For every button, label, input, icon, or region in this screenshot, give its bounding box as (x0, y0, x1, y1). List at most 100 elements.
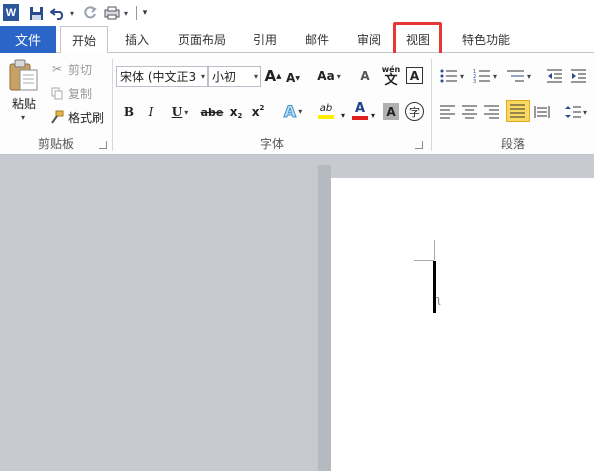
page-shadow (318, 165, 331, 471)
customize-qat-icon[interactable]: ▾ (140, 3, 150, 23)
font-color-dropdown-icon[interactable]: ▾ (369, 105, 377, 125)
distributed-button[interactable] (532, 102, 552, 122)
character-border-button[interactable]: A (406, 67, 423, 84)
word-logo-icon[interactable]: W (3, 4, 19, 21)
tab-review[interactable]: 审阅 (344, 26, 394, 53)
justify-button[interactable] (506, 100, 530, 122)
change-case-button[interactable]: Aa ▾ (315, 66, 343, 86)
font-name-value: 宋体 (中文正3 (120, 70, 197, 84)
margin-corner-mark (414, 260, 434, 261)
line-spacing-icon (564, 106, 581, 118)
character-shading-button[interactable]: A (383, 103, 399, 120)
copy-label: 复制 (68, 86, 93, 101)
document-page[interactable] (331, 178, 594, 471)
enclose-characters-button[interactable]: 字 (405, 102, 424, 121)
text-effects-icon: A (283, 101, 297, 121)
align-right-button[interactable] (482, 102, 502, 122)
clipboard-group-label: 剪贴板 (37, 137, 74, 151)
underline-button[interactable]: U ▾ (167, 102, 193, 122)
copy-button[interactable]: 复制 (50, 83, 92, 103)
print-dropdown-icon[interactable]: ▾ (122, 3, 130, 23)
numbering-icon: 123 (473, 69, 490, 83)
align-center-button[interactable] (460, 102, 480, 122)
tab-references[interactable]: 引用 (240, 26, 290, 53)
italic-button[interactable]: I (143, 102, 159, 122)
grow-font-button[interactable]: A ▲ (265, 66, 282, 86)
align-right-icon (484, 105, 499, 119)
scissors-icon: ✂ (51, 62, 63, 76)
decrease-indent-button[interactable] (545, 66, 565, 86)
redo-icon[interactable] (82, 3, 98, 23)
subscript-button[interactable]: x2 (227, 102, 245, 122)
shrink-font-icon: A (286, 71, 296, 85)
format-painter-icon (50, 110, 64, 124)
subscript-icon: x (229, 105, 238, 119)
margin-corner-mark (434, 240, 435, 260)
font-name-select[interactable]: 宋体 (中文正3 ▾ (116, 66, 208, 87)
superscript-icon: x (251, 105, 260, 119)
font-size-value: 小初 (212, 70, 237, 84)
tab-home[interactable]: 开始 (60, 26, 108, 54)
underline-icon: U (171, 105, 183, 119)
tab-mailings[interactable]: 邮件 (292, 26, 342, 53)
mouse-pointer-icon: ʅ (436, 293, 442, 306)
copy-icon (50, 86, 64, 100)
tab-file[interactable]: 文件 (0, 26, 56, 53)
qat-separator (136, 6, 137, 20)
save-icon[interactable] (28, 3, 44, 23)
increase-indent-button[interactable] (569, 66, 589, 86)
decrease-indent-icon (547, 69, 562, 83)
paragraph-group-label: 段落 (500, 137, 525, 151)
highlight-dropdown-icon[interactable]: ▾ (339, 105, 347, 125)
shrink-font-button[interactable]: A ▼ (285, 68, 301, 88)
align-left-button[interactable] (438, 102, 458, 122)
distributed-icon (534, 106, 550, 118)
clear-formatting-icon: A (360, 69, 370, 83)
text-effects-button[interactable]: A ▾ (279, 101, 307, 121)
svg-text:3: 3 (473, 79, 476, 83)
highlight-icon: ab (319, 102, 333, 114)
format-painter-label: 格式刷 (68, 110, 105, 125)
paragraph-group: ▾ 123 ▾ ▾ ▾ 段落 (432, 53, 594, 155)
strikethrough-button[interactable]: abe (201, 102, 224, 122)
font-group: 宋体 (中文正3 ▾ 小初 ▾ A ▲ A ▼ Aa ▾ A wén 文 A B I … (113, 53, 431, 155)
view-tab-highlight (393, 22, 442, 57)
paste-button[interactable]: 粘贴 (12, 95, 36, 112)
phonetic-guide-char: 文 (384, 72, 398, 88)
clipboard-group: 粘贴 ▾ ✂ 剪切 复制 格式刷 剪贴板 (0, 53, 112, 155)
bullets-button[interactable]: ▾ (438, 66, 466, 86)
bold-button[interactable]: B (121, 102, 137, 122)
cut-label: 剪切 (68, 62, 93, 77)
highlight-button[interactable]: ab (311, 101, 341, 121)
ribbon-tab-bar: 文件 开始 插入 页面布局 引用 邮件 审阅 视图 特色功能 (0, 26, 594, 54)
clear-formatting-button[interactable]: A (355, 66, 375, 86)
undo-icon[interactable] (50, 3, 66, 23)
phonetic-guide-button[interactable]: wén 文 (381, 63, 401, 89)
font-size-select[interactable]: 小初 ▾ (208, 66, 261, 87)
highlight-color-bar (318, 114, 334, 119)
paste-dropdown-icon[interactable]: ▾ (21, 113, 25, 122)
multilevel-list-button[interactable]: ▾ (504, 66, 534, 86)
line-spacing-button[interactable]: ▾ (562, 102, 590, 122)
bullets-icon (440, 69, 457, 83)
tab-insert[interactable]: 插入 (112, 26, 162, 53)
undo-dropdown-icon[interactable]: ▾ (68, 3, 76, 23)
font-launcher-icon[interactable] (415, 141, 423, 149)
tab-special-features[interactable]: 特色功能 (450, 26, 522, 53)
align-left-icon (440, 105, 455, 119)
quick-access-toolbar: W ▾ ▾ ▾ (0, 0, 594, 26)
font-group-label: 字体 (259, 137, 284, 151)
paste-icon[interactable] (8, 58, 40, 92)
format-painter-button[interactable]: 格式刷 (50, 107, 104, 127)
clipboard-launcher-icon[interactable] (99, 141, 107, 149)
numbering-button[interactable]: 123 ▾ (470, 66, 500, 86)
print-preview-icon[interactable] (104, 3, 122, 23)
font-name-dropdown-icon: ▾ (200, 72, 205, 81)
multilevel-list-icon (506, 70, 524, 82)
font-size-dropdown-icon: ▾ (253, 72, 258, 81)
cut-button[interactable]: ✂ 剪切 (50, 59, 92, 79)
ribbon-home: 粘贴 ▾ ✂ 剪切 复制 格式刷 剪贴板 宋体 (中文正3 ▾ 小初 ▾ A ▲… (0, 53, 594, 155)
font-color-icon: A (354, 101, 366, 116)
superscript-button[interactable]: x2 (249, 102, 267, 122)
tab-page-layout[interactable]: 页面布局 (167, 26, 237, 53)
